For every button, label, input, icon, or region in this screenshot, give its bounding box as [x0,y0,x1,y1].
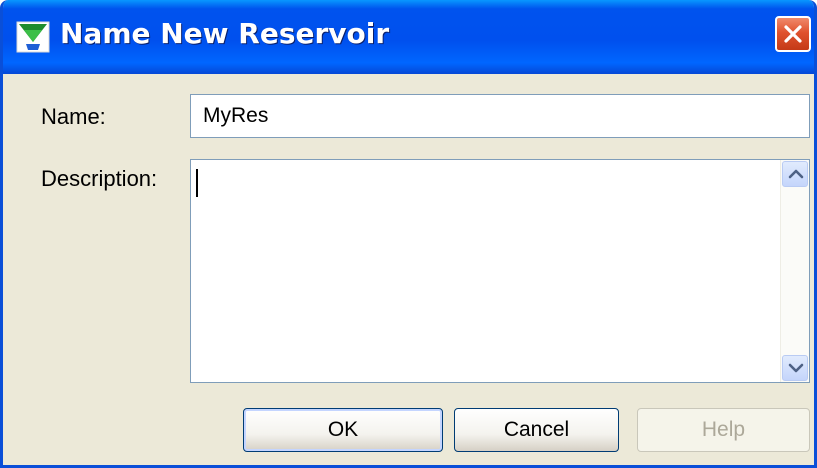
chevron-down-icon [788,363,804,373]
help-button[interactable]: Help [637,408,810,452]
scroll-down-button[interactable] [782,355,808,381]
title-bar[interactable]: Name New Reservoir [3,0,814,74]
name-new-reservoir-dialog: Name New Reservoir Name: Description: OK [0,0,817,468]
ok-button[interactable]: OK [243,408,443,452]
description-textarea[interactable] [190,159,810,383]
text-caret [196,169,198,197]
cancel-button[interactable]: Cancel [454,408,619,452]
name-label: Name: [41,104,106,129]
close-button[interactable] [775,16,811,52]
reservoir-app-icon [16,21,50,53]
close-icon [784,25,802,43]
description-label: Description: [41,166,158,191]
scroll-up-button[interactable] [782,161,808,187]
chevron-up-icon [788,169,804,179]
name-input[interactable] [190,94,810,138]
description-scrollbar[interactable] [780,160,809,382]
dialog-title: Name New Reservoir [60,17,390,50]
